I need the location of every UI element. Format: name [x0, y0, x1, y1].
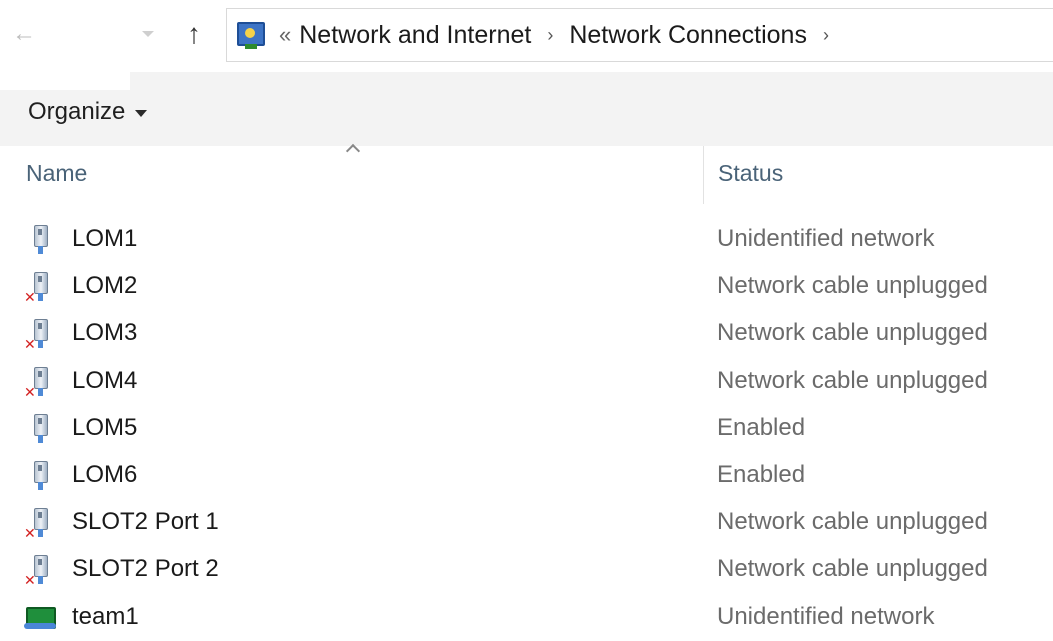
unplugged-x-icon: ✕ — [24, 383, 36, 400]
connection-name: LOM4 — [72, 366, 138, 394]
connection-status: Enabled — [717, 460, 806, 488]
sort-ascending-icon — [346, 144, 360, 154]
connection-name: SLOT2 Port 2 — [72, 555, 219, 583]
breadcrumb-separator-icon[interactable]: › — [823, 25, 829, 46]
network-adapter-icon: ✕ — [24, 317, 54, 353]
connection-status: Network cable unplugged — [717, 319, 988, 347]
list-item[interactable]: ✕ LOM4 Network cable unplugged — [0, 358, 1053, 405]
network-adapter-icon — [24, 412, 54, 444]
connection-status: Unidentified network — [717, 225, 935, 252]
connection-status: Enabled — [717, 413, 806, 441]
network-adapter-icon: ✕ — [24, 270, 54, 306]
connection-name: LOM1 — [72, 225, 138, 252]
network-adapter-icon — [24, 223, 54, 255]
connection-status: Unidentified network — [717, 602, 935, 630]
breadcrumb-overflow[interactable]: « — [279, 22, 291, 48]
connection-status: Network cable unplugged — [717, 555, 988, 583]
up-arrow-icon[interactable]: ↑ — [176, 16, 212, 52]
network-center-icon — [235, 20, 265, 50]
forward-arrow-icon[interactable] — [130, 16, 166, 52]
back-arrow-icon[interactable]: ← — [6, 16, 42, 52]
address-bar[interactable]: « Network and Internet › Network Connect… — [226, 8, 1053, 62]
connection-name: LOM6 — [72, 460, 138, 488]
breadcrumb-network-connections[interactable]: Network Connections — [569, 21, 807, 50]
connection-name: LOM5 — [72, 413, 138, 441]
connection-status: Network cable unplugged — [717, 508, 988, 536]
chevron-down-icon — [135, 109, 148, 117]
network-adapter-icon: ✕ — [24, 506, 54, 542]
command-bar — [0, 72, 1053, 146]
connection-name: LOM2 — [72, 272, 138, 300]
unplugged-x-icon: ✕ — [24, 336, 36, 353]
connection-name: SLOT2 Port 1 — [72, 508, 219, 536]
network-adapter-icon: ✕ — [24, 365, 54, 400]
list-item[interactable]: LOM1 Unidentified network — [0, 216, 1053, 263]
connections-list: LOM1 Unidentified network ✕ LOM2 Network cab… — [0, 216, 1053, 641]
list-item[interactable]: team1 Unidentified network — [0, 594, 1053, 641]
unplugged-x-icon: ✕ — [24, 525, 36, 542]
breadcrumb-separator-icon[interactable]: › — [547, 25, 553, 46]
network-adapter-icon — [24, 459, 54, 491]
breadcrumb-network-and-internet[interactable]: Network and Internet — [299, 21, 531, 50]
connection-status: Network cable unplugged — [717, 272, 988, 300]
connection-status: Network cable unplugged — [717, 366, 988, 394]
connection-name: LOM3 — [72, 319, 138, 347]
organize-label: Organize — [28, 98, 126, 125]
list-item[interactable]: LOM6 Enabled — [0, 452, 1053, 499]
column-header-name[interactable]: Name — [26, 160, 87, 187]
navigation-bar: ← ↑ « Network and Internet › Network Con… — [0, 0, 1053, 70]
list-item[interactable]: ✕ LOM3 Network cable unplugged — [0, 310, 1053, 357]
list-item[interactable]: LOM5 Enabled — [0, 405, 1053, 452]
unplugged-x-icon: ✕ — [24, 572, 36, 589]
connection-name: team1 — [72, 602, 139, 630]
list-item[interactable]: ✕ SLOT2 Port 1 Network cable unplugged — [0, 499, 1053, 546]
unplugged-x-icon: ✕ — [24, 289, 36, 306]
list-item[interactable]: ✕ SLOT2 Port 2 Network cable unplugged — [0, 546, 1053, 593]
organize-button[interactable]: Organize — [28, 98, 148, 126]
network-adapter-icon: ✕ — [24, 553, 54, 589]
column-divider[interactable] — [703, 146, 704, 204]
column-header-status[interactable]: Status — [718, 160, 783, 187]
team-adapter-icon — [24, 601, 56, 633]
list-item[interactable]: ✕ LOM2 Network cable unplugged — [0, 263, 1053, 310]
command-bar-gap — [0, 72, 130, 90]
